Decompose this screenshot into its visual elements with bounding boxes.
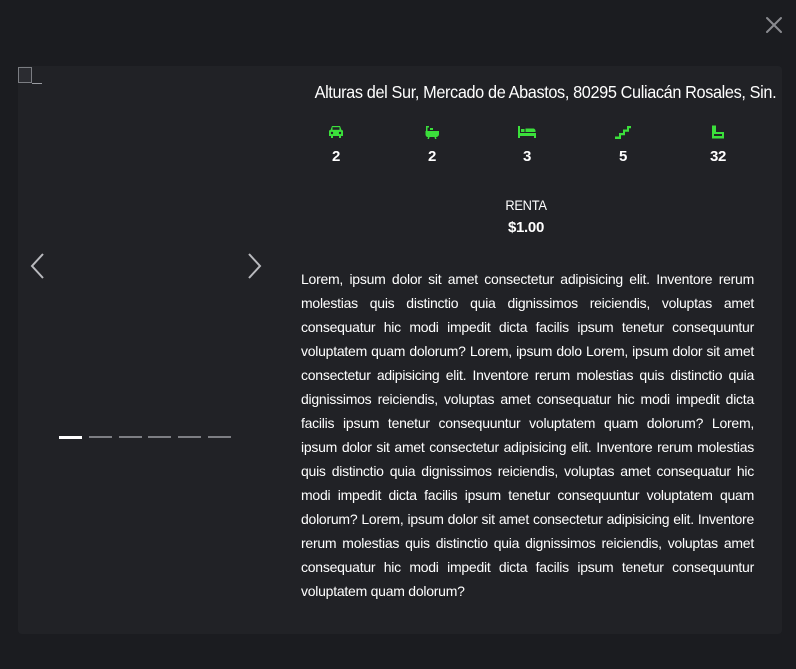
property-address: Alturas del Sur, Mercado de Abastos, 802… [314,82,777,102]
carousel-indicator-3[interactable] [119,436,142,438]
feature-bathrooms-value: 2 [427,148,437,165]
carousel-prev-button[interactable] [28,251,48,281]
property-image [18,67,44,85]
car-icon [329,126,343,138]
property-features: 2 2 3 5 32 [288,124,768,174]
feature-floors: 5 [603,124,643,165]
feature-area: 32 [698,124,738,165]
area-icon [712,125,724,139]
feature-area-value: 32 [709,148,727,165]
carousel-indicator-5[interactable] [178,436,201,438]
close-button[interactable] [763,14,785,36]
carousel-indicators [59,436,239,440]
property-description: Lorem, ipsum dolor sit amet consectetur … [301,271,754,599]
bathtub-icon [425,126,439,139]
carousel-indicator-1[interactable] [59,436,82,439]
feature-bathrooms: 2 [412,124,452,165]
price-block: RENTA $1.00 [466,197,586,236]
price-label: RENTA [505,197,547,213]
feature-floors-value: 5 [618,148,628,165]
stairs-icon [615,126,631,139]
carousel-indicator-4[interactable] [148,436,171,438]
feature-parking-value: 2 [331,148,341,165]
carousel-next-button[interactable] [244,251,264,281]
close-icon [766,17,782,33]
feature-bedrooms-value: 3 [522,148,532,165]
chevron-right-icon [248,253,262,279]
carousel-indicator-6[interactable] [208,436,231,438]
feature-parking: 2 [316,124,356,165]
chevron-left-icon [30,253,44,279]
property-modal: Alturas del Sur, Mercado de Abastos, 802… [18,66,782,634]
price-value: $1.00 [507,219,545,236]
photo-carousel [18,66,272,466]
bed-icon [518,126,536,138]
carousel-indicator-2[interactable] [89,436,112,438]
feature-bedrooms: 3 [507,124,547,165]
